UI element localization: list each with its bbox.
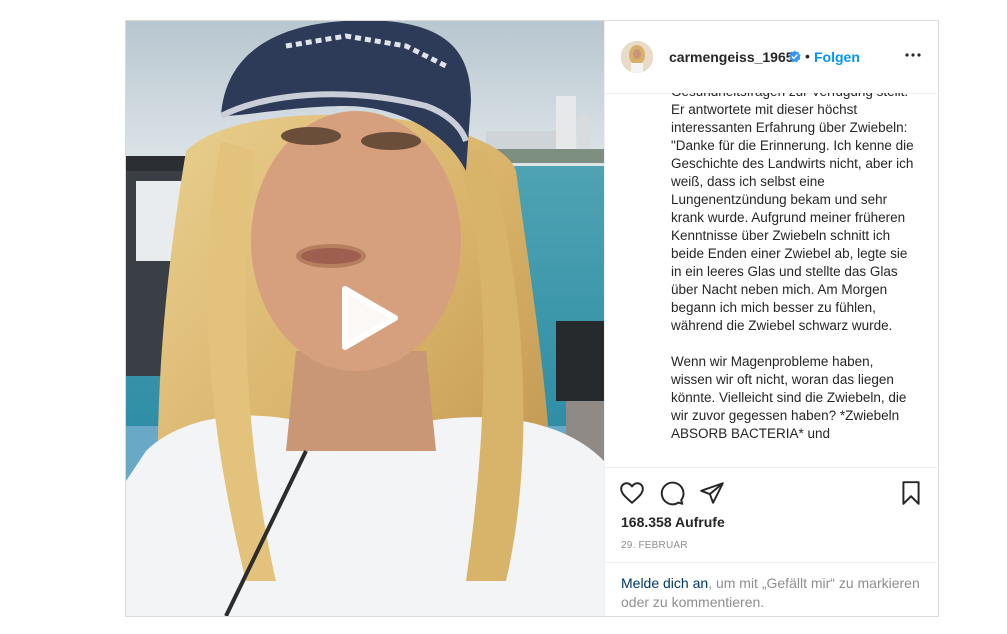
more-options-icon[interactable] bbox=[901, 43, 925, 67]
login-link[interactable]: Melde dich an bbox=[621, 575, 708, 591]
instagram-post: carmengeiss_1965 • Folgen Gesundheitsfra… bbox=[125, 20, 939, 617]
follow-button[interactable]: Folgen bbox=[814, 49, 860, 65]
avatar-image bbox=[621, 41, 653, 73]
action-bar bbox=[605, 467, 939, 518]
bookmark-icon[interactable] bbox=[898, 480, 924, 506]
post-header: carmengeiss_1965 • Folgen bbox=[605, 21, 939, 94]
heart-icon[interactable] bbox=[619, 480, 645, 506]
verified-badge-icon bbox=[788, 50, 801, 63]
post-date[interactable]: 29. Februar bbox=[621, 540, 688, 551]
username-link[interactable]: carmengeiss_1965 bbox=[669, 49, 794, 65]
share-icon[interactable] bbox=[699, 480, 725, 506]
post-video[interactable] bbox=[126, 21, 604, 616]
login-prompt-text: Melde dich an, um mit „Gefällt mir“ zu m… bbox=[621, 574, 927, 612]
separator-dot: • bbox=[805, 48, 810, 64]
login-prompt: Melde dich an, um mit „Gefällt mir“ zu m… bbox=[605, 562, 939, 617]
caption-text: Gesundheitsfragen zur Verfügung stellt. … bbox=[671, 93, 914, 441]
avatar[interactable] bbox=[621, 41, 653, 73]
caption-scroll-area[interactable]: Gesundheitsfragen zur Verfügung stellt. … bbox=[605, 93, 939, 467]
comment-icon[interactable] bbox=[659, 480, 685, 506]
view-count[interactable]: 168.358 Aufrufe bbox=[621, 514, 725, 530]
post-sidebar: carmengeiss_1965 • Folgen Gesundheitsfra… bbox=[604, 21, 939, 616]
play-icon[interactable] bbox=[337, 285, 399, 351]
